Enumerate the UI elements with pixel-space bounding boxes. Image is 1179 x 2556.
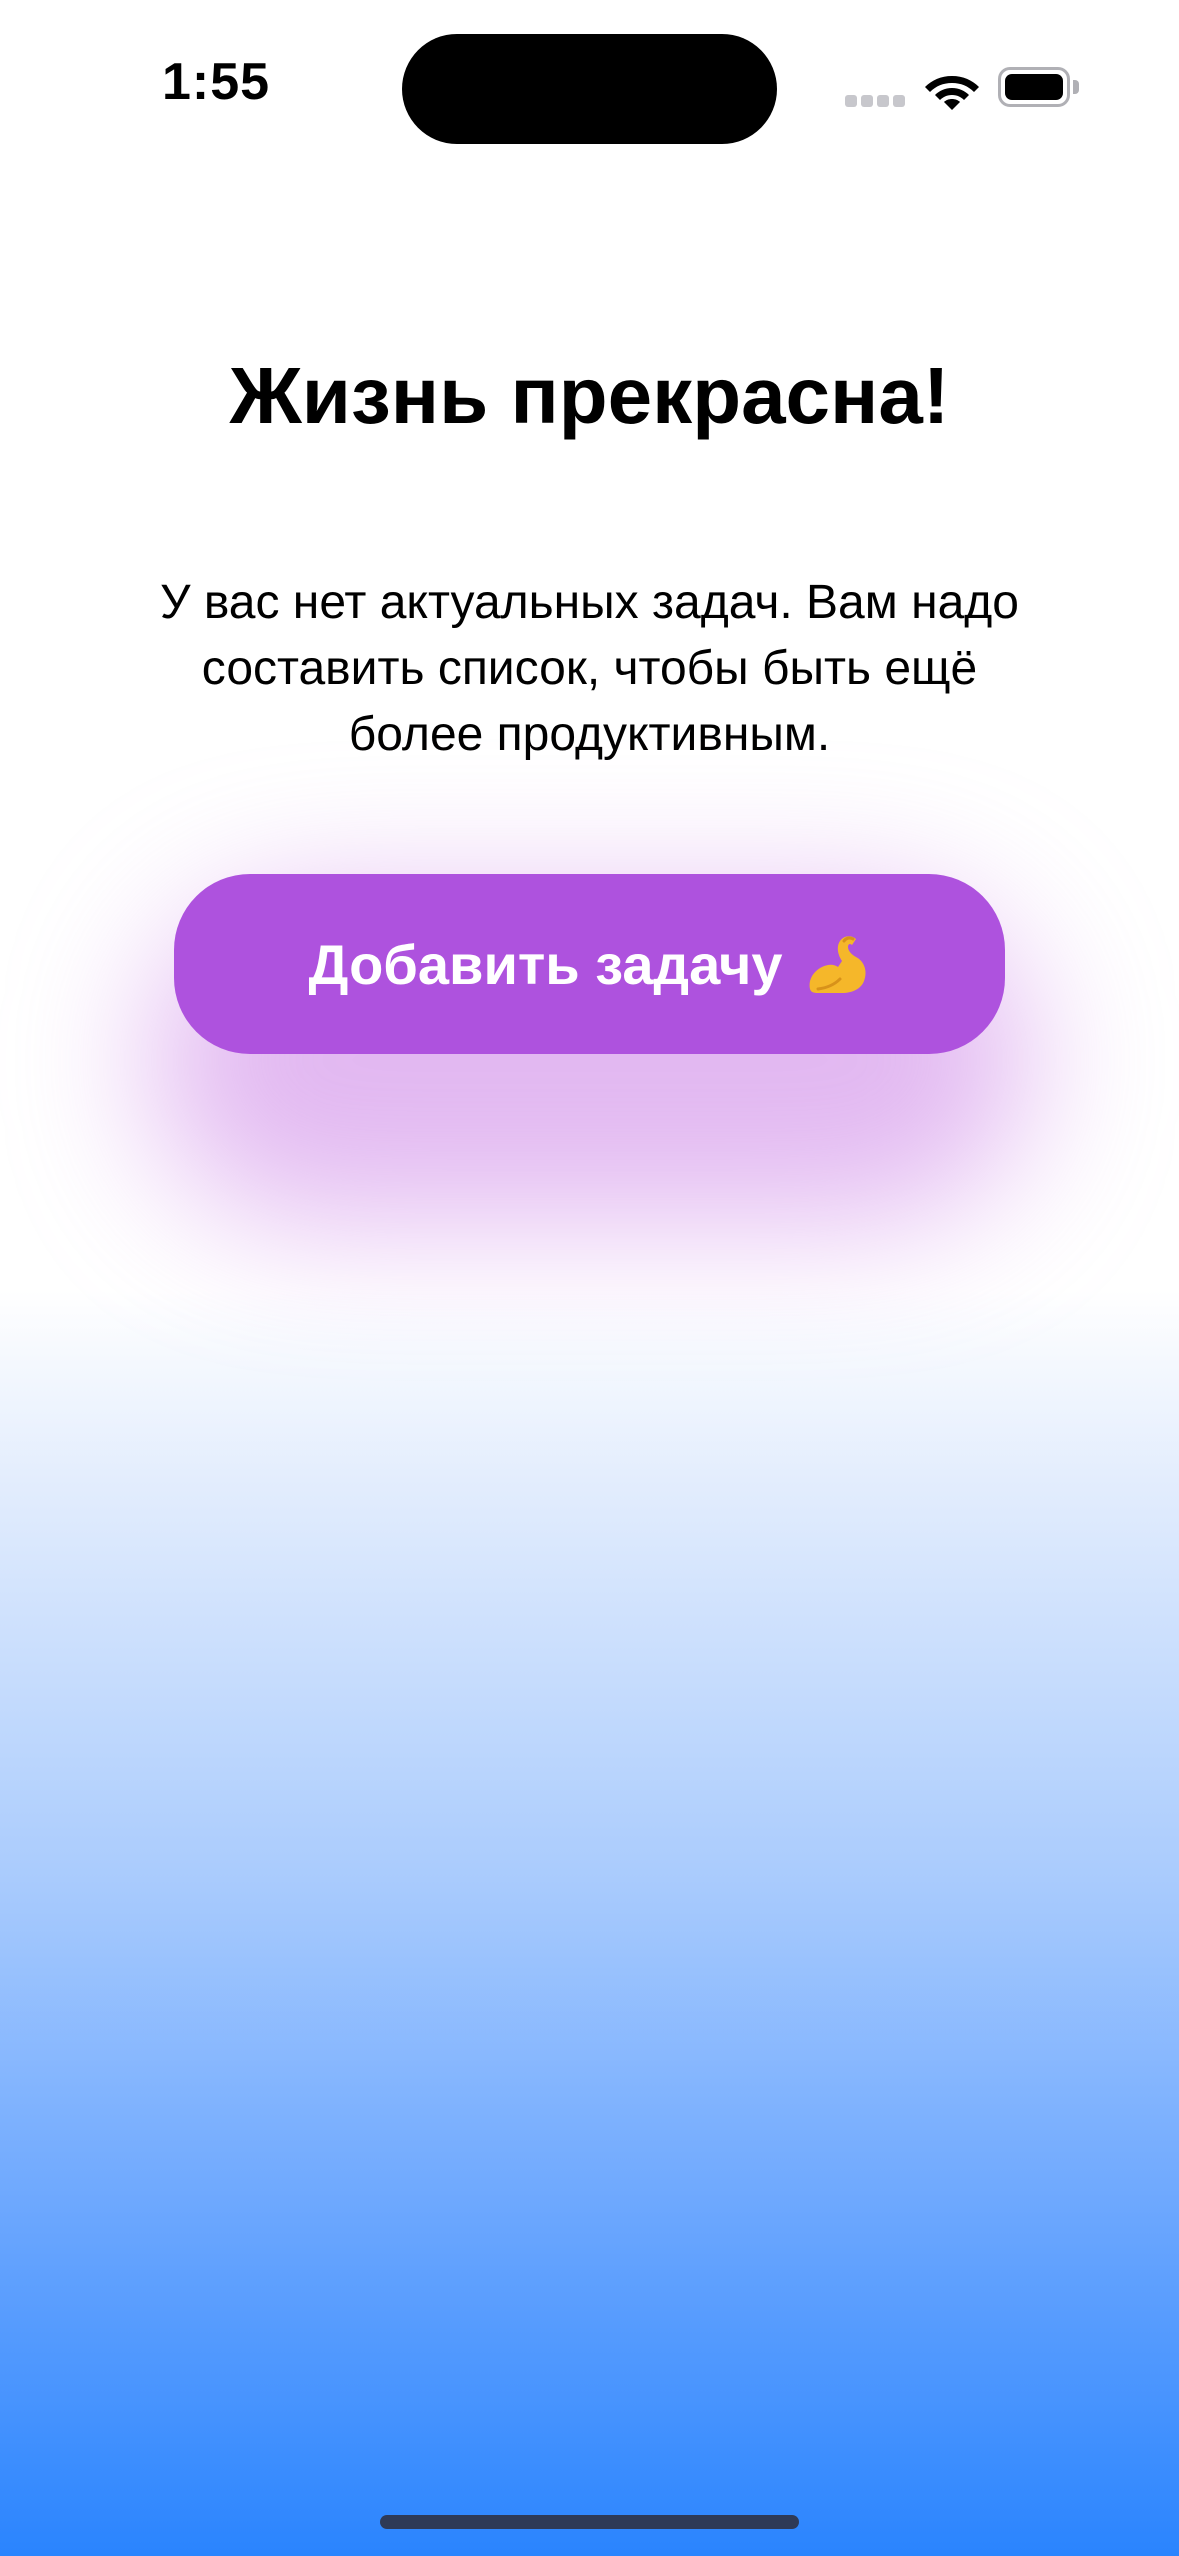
add-task-button[interactable]: Добавить задачу — [174, 874, 1005, 1054]
status-time: 1:55 — [162, 53, 271, 111]
battery-icon — [998, 67, 1080, 107]
status-bar: 1:55 — [0, 0, 1179, 160]
wifi-icon — [925, 76, 979, 110]
flexed-biceps-icon — [810, 936, 867, 993]
cellular-signal-icon — [845, 95, 905, 107]
dynamic-island — [402, 34, 777, 144]
home-indicator[interactable] — [380, 2515, 799, 2529]
page-title: Жизнь прекрасна! — [229, 351, 950, 440]
add-task-button-label: Добавить задачу — [308, 932, 783, 996]
empty-state-message: У вас нет актуальных задач. Вам надо сос… — [159, 576, 1019, 761]
